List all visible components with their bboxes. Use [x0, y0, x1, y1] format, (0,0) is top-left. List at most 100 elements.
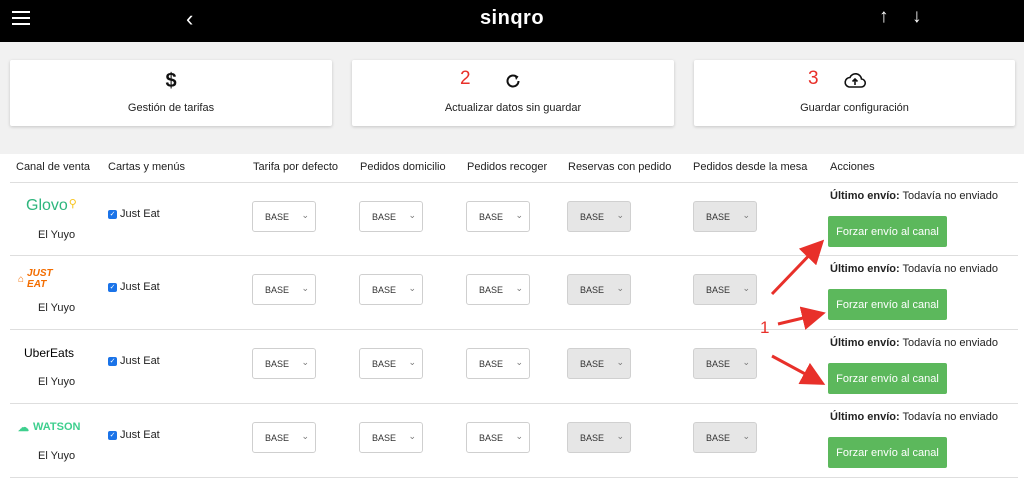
menu-label: Just Eat: [120, 281, 160, 293]
channel-name: Glovo: [26, 197, 68, 214]
reservations-select: BASE ⌄: [567, 201, 631, 232]
force-send-button[interactable]: Forzar envío al canal: [828, 216, 947, 247]
select-value: BASE: [706, 212, 731, 222]
top-bar: ‹ sinqro ↑ ↓: [0, 0, 1024, 42]
table-row: Glovo ⚲ El Yuyo ✓ Just Eat BASE ⌄ BASE ⌄ BAS…: [10, 182, 1018, 256]
menu-label: Just Eat: [120, 355, 160, 367]
table-row: UberEats El Yuyo ✓ Just Eat BASE ⌄ BASE ⌄ B…: [10, 330, 1018, 404]
pickup-orders-select[interactable]: BASE ⌄: [466, 201, 530, 232]
delivery-orders-select[interactable]: BASE ⌄: [359, 348, 423, 379]
select-value: BASE: [479, 359, 504, 369]
channel-name: WATSON: [33, 421, 81, 433]
chevron-down-icon: ⌄: [742, 431, 750, 441]
card-label: Guardar configuración: [800, 102, 909, 114]
checkbox-checked-icon[interactable]: ✓: [108, 356, 117, 366]
delivery-orders-select[interactable]: BASE ⌄: [359, 274, 423, 305]
chevron-down-icon: ⌄: [408, 431, 416, 441]
chevron-down-icon: ⌄: [515, 210, 523, 220]
last-sent-label: Último envío:: [830, 190, 900, 202]
chevron-down-icon: ⌄: [742, 210, 750, 220]
table-header: Canal de venta Cartas y menús Tarifa por…: [0, 161, 1024, 177]
last-sent-status: Último envío: Todavía no enviado: [830, 411, 998, 423]
menu-label: Just Eat: [120, 208, 160, 220]
last-sent-value: Todavía no enviado: [899, 263, 998, 275]
refresh-data-card[interactable]: 2 Actualizar datos sin guardar: [352, 60, 674, 126]
rates-management-card[interactable]: $ Gestión de tarifas: [10, 60, 332, 126]
pickup-orders-select[interactable]: BASE ⌄: [466, 422, 530, 453]
last-sent-status: Último envío: Todavía no enviado: [830, 190, 998, 202]
store-name: El Yuyo: [38, 376, 76, 388]
last-sent-value: Todavía no enviado: [899, 190, 998, 202]
last-sent-label: Último envío:: [830, 263, 900, 275]
dollar-icon: $: [165, 69, 177, 92]
cloud-upload-icon: [694, 70, 1015, 92]
default-rate-select[interactable]: BASE ⌄: [252, 422, 316, 453]
column-header: Pedidos domicilio: [360, 161, 446, 173]
checkbox-checked-icon[interactable]: ✓: [108, 209, 117, 219]
just-eat-logo: ⌂ JUST EAT: [18, 268, 74, 290]
channel-name: UberEats: [24, 346, 75, 360]
select-value: BASE: [265, 359, 290, 369]
default-rate-select[interactable]: BASE ⌄: [252, 274, 316, 305]
default-rate-select[interactable]: BASE ⌄: [252, 348, 316, 379]
arrow-up-icon[interactable]: ↑: [879, 6, 889, 28]
force-send-button[interactable]: Forzar envío al canal: [828, 289, 947, 320]
store-name: El Yuyo: [38, 302, 76, 314]
chevron-down-icon: ⌄: [515, 283, 523, 293]
select-value: BASE: [706, 359, 731, 369]
table-row: ⌂ JUST EAT El Yuyo ✓ Just Eat BASE ⌄ BASE ⌄ …: [10, 256, 1018, 330]
reservations-select: BASE ⌄: [567, 422, 631, 453]
column-header: Reservas con pedido: [568, 161, 672, 173]
column-header: Acciones: [830, 161, 875, 173]
chevron-down-icon: ⌄: [301, 210, 309, 220]
column-header: Cartas y menús: [108, 161, 186, 173]
force-send-button[interactable]: Forzar envío al canal: [828, 437, 947, 468]
pickup-orders-select[interactable]: BASE ⌄: [466, 348, 530, 379]
chevron-down-icon: ⌄: [742, 357, 750, 367]
force-send-button[interactable]: Forzar envío al canal: [828, 363, 947, 394]
save-config-card[interactable]: 3 Guardar configuración: [694, 60, 1015, 126]
default-rate-select[interactable]: BASE ⌄: [252, 201, 316, 232]
table-orders-select: BASE ⌄: [693, 422, 757, 453]
menu-checkbox[interactable]: ✓ Just Eat: [108, 429, 160, 441]
watson-logo: ☁ WATSON: [18, 421, 81, 434]
last-sent-label: Último envío:: [830, 337, 900, 349]
card-label: Gestión de tarifas: [127, 102, 215, 114]
arrow-down-icon[interactable]: ↓: [912, 6, 922, 28]
checkbox-checked-icon[interactable]: ✓: [108, 430, 117, 440]
pickup-orders-select[interactable]: BASE ⌄: [466, 274, 530, 305]
select-value: BASE: [706, 285, 731, 295]
table-orders-select: BASE ⌄: [693, 274, 757, 305]
delivery-orders-select[interactable]: BASE ⌄: [359, 422, 423, 453]
menu-checkbox[interactable]: ✓ Just Eat: [108, 208, 160, 220]
menu-checkbox[interactable]: ✓ Just Eat: [108, 355, 160, 367]
select-value: BASE: [372, 212, 397, 222]
menu-checkbox[interactable]: ✓ Just Eat: [108, 281, 160, 293]
chevron-down-icon: ⌄: [301, 431, 309, 441]
reservations-select: BASE ⌄: [567, 348, 631, 379]
channel-name: JUST EAT: [27, 268, 53, 290]
chevron-down-icon: ⌄: [515, 357, 523, 367]
delivery-orders-select[interactable]: BASE ⌄: [359, 201, 423, 232]
table-orders-select: BASE ⌄: [693, 201, 757, 232]
last-sent-label: Último envío:: [830, 411, 900, 423]
last-sent-status: Último envío: Todavía no enviado: [830, 263, 998, 275]
table-row: ☁ WATSON El Yuyo ✓ Just Eat BASE ⌄ BASE ⌄ BA…: [10, 404, 1018, 478]
chevron-down-icon: ⌄: [616, 431, 624, 441]
menu-label: Just Eat: [120, 429, 160, 441]
column-header: Canal de venta: [16, 161, 90, 173]
table-orders-select: BASE ⌄: [693, 348, 757, 379]
chevron-down-icon: ⌄: [301, 283, 309, 293]
select-value: BASE: [580, 433, 605, 443]
chevron-down-icon: ⌄: [408, 210, 416, 220]
store-name: El Yuyo: [38, 229, 76, 241]
chevron-down-icon: ⌄: [616, 357, 624, 367]
chevron-down-icon: ⌄: [742, 283, 750, 293]
column-header: Pedidos recoger: [467, 161, 548, 173]
glovo-logo: Glovo ⚲: [26, 197, 77, 214]
select-value: BASE: [479, 285, 504, 295]
last-sent-value: Todavía no enviado: [899, 411, 998, 423]
select-value: BASE: [580, 212, 605, 222]
card-label: Actualizar datos sin guardar: [444, 102, 582, 114]
checkbox-checked-icon[interactable]: ✓: [108, 282, 117, 292]
